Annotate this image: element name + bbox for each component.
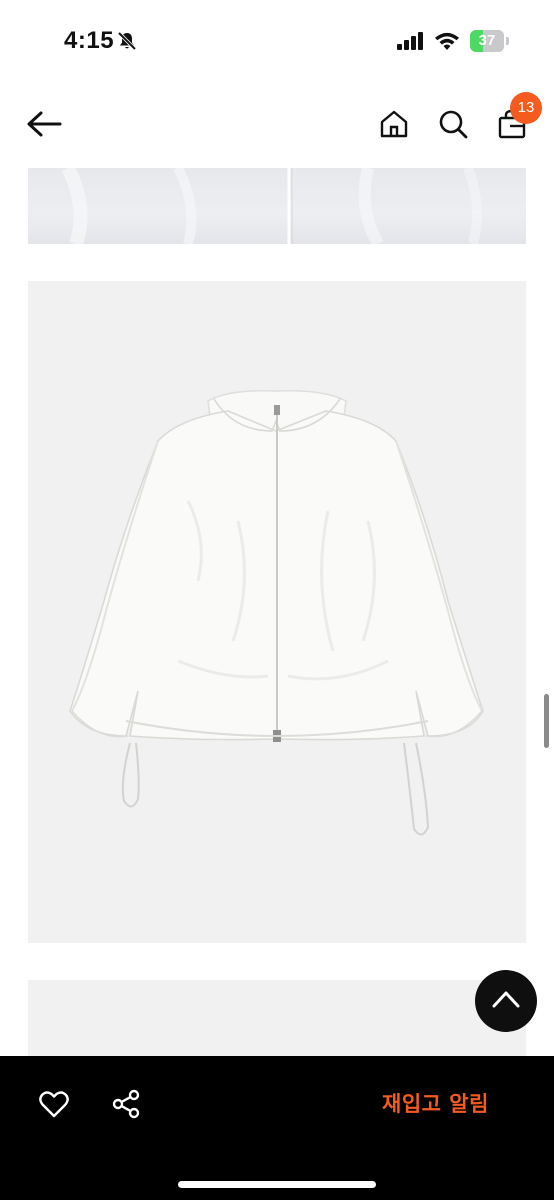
scrollbar[interactable] — [544, 694, 549, 748]
status-bar: 4:15 37 — [0, 0, 554, 84]
share-button[interactable] — [108, 1088, 144, 1124]
chevron-up-icon — [491, 989, 521, 1014]
home-icon — [379, 109, 409, 144]
wifi-icon — [434, 31, 460, 51]
bottom-action-bar: 재입고 알림 — [0, 1056, 554, 1200]
cart-count-badge: 13 — [510, 92, 542, 124]
top-navigation-bar — [0, 84, 554, 168]
product-image-jacket — [28, 281, 526, 943]
home-button[interactable] — [374, 106, 414, 146]
restock-alert-button[interactable]: 재입고 알림 — [370, 1084, 501, 1124]
battery-percent: 37 — [478, 32, 496, 49]
heart-icon — [39, 1090, 69, 1123]
arrow-left-icon — [26, 110, 62, 143]
silent-bell-icon — [116, 30, 138, 52]
search-button[interactable] — [433, 106, 473, 146]
share-icon — [111, 1089, 141, 1124]
product-image-top — [28, 168, 526, 244]
home-indicator — [178, 1181, 376, 1188]
scroll-to-top-button[interactable] — [475, 970, 537, 1032]
battery-nub — [506, 37, 509, 45]
search-icon — [438, 109, 468, 144]
cellular-signal-icon — [396, 32, 426, 50]
battery-indicator: 37 — [470, 30, 504, 52]
status-time: 4:15 — [64, 27, 115, 54]
like-button[interactable] — [36, 1088, 72, 1124]
back-button[interactable] — [24, 106, 64, 146]
product-image-next — [28, 980, 526, 1060]
